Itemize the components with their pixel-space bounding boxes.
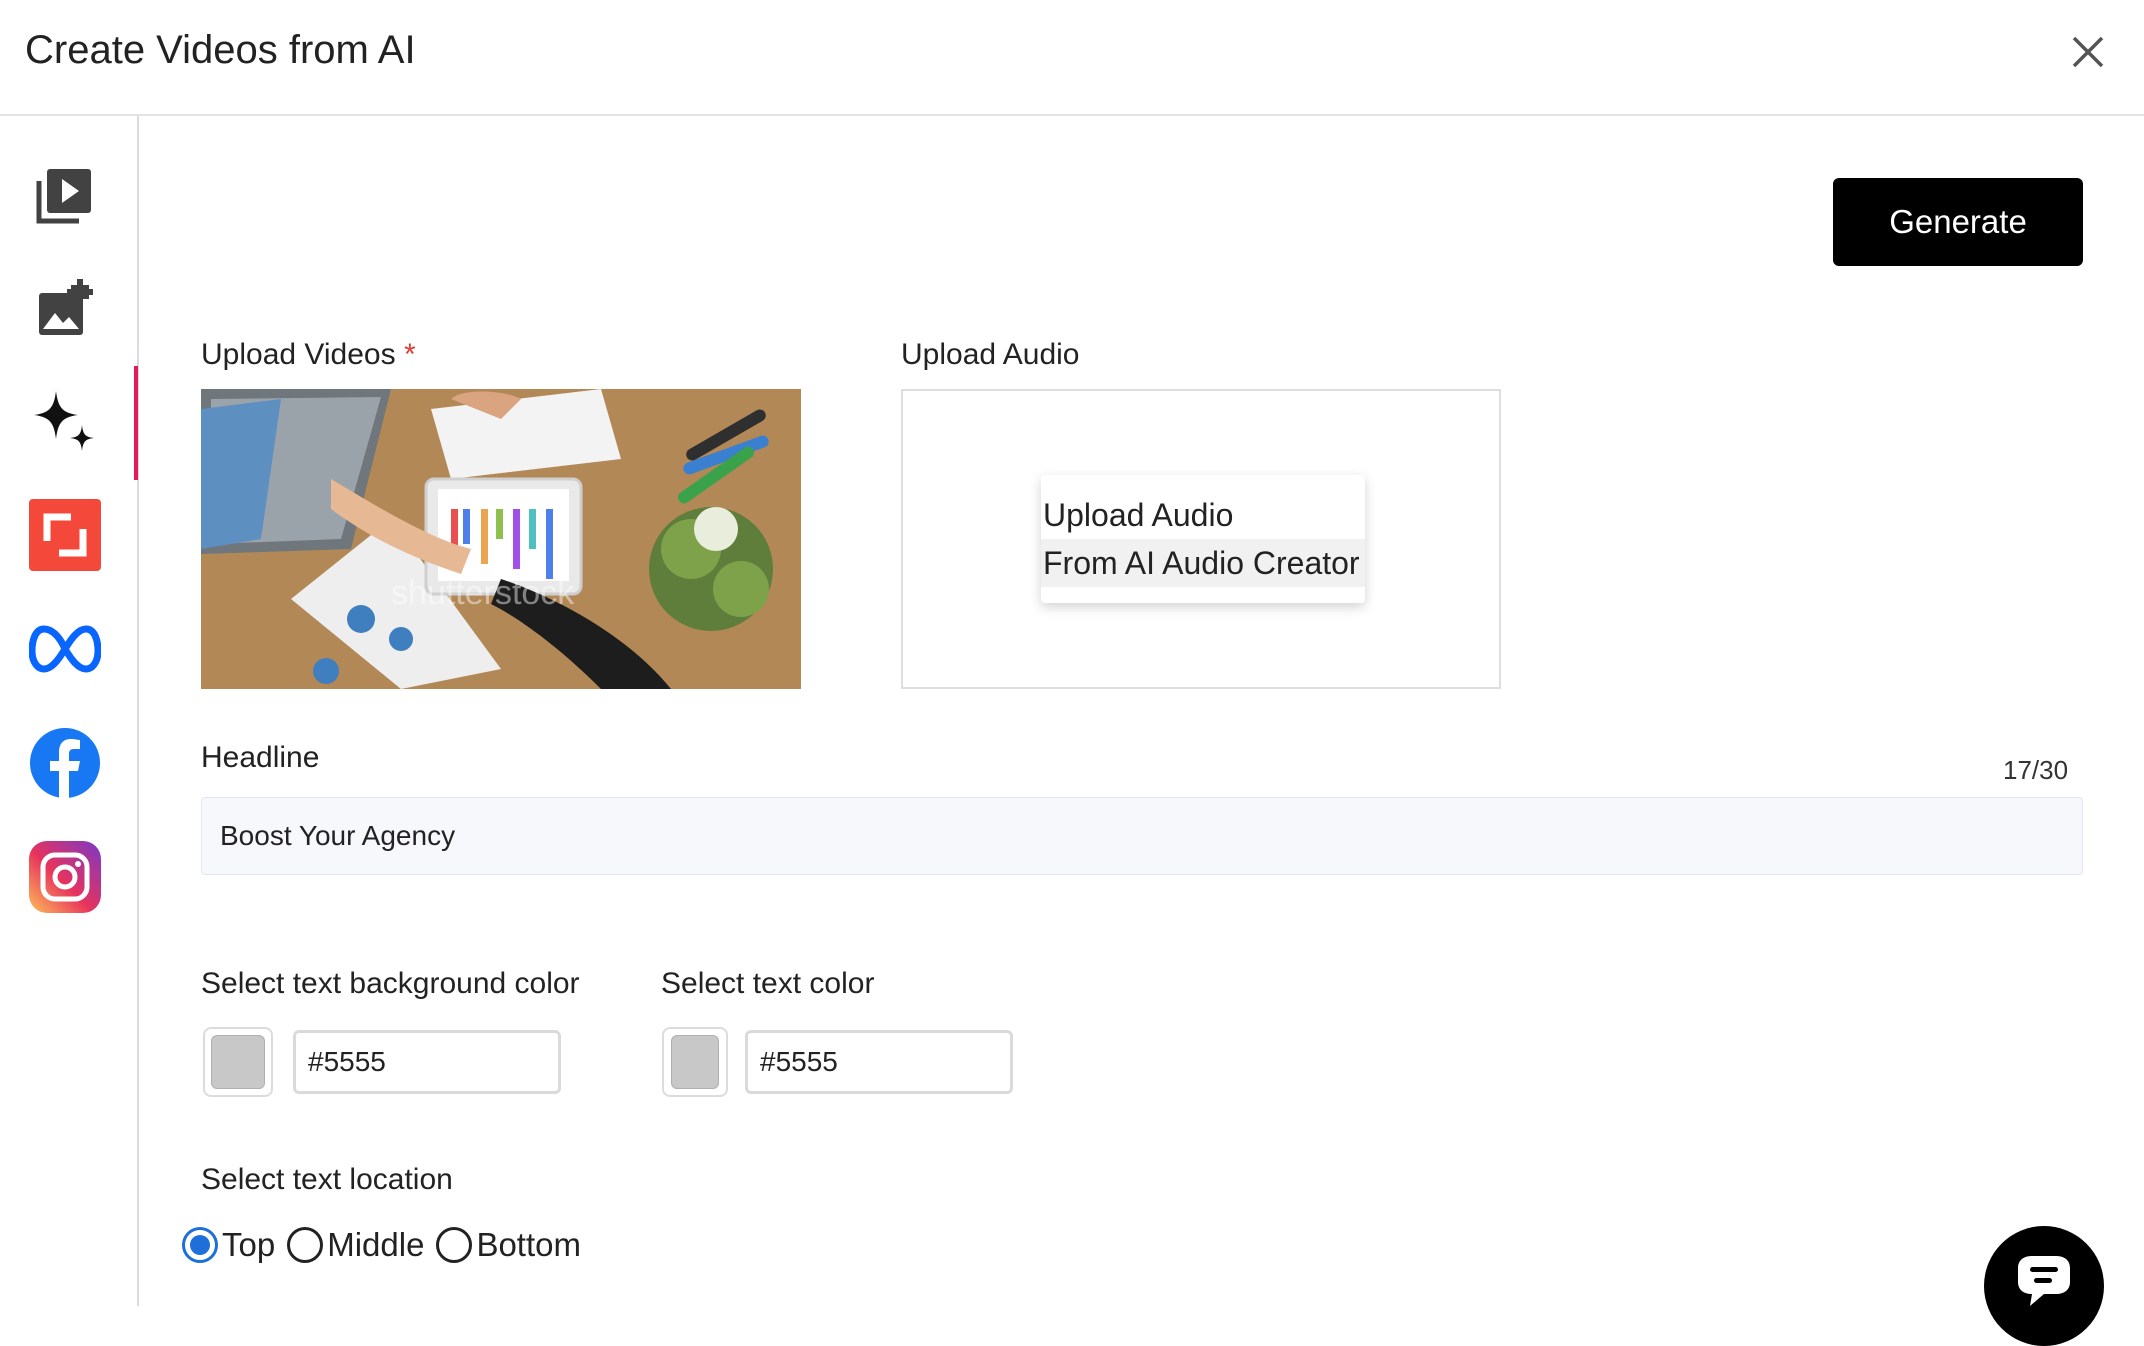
text-bg-color-label: Select text background color <box>201 967 580 1000</box>
resize-frame-icon <box>29 499 101 571</box>
thumbnail-watermark: shutterstock <box>391 574 575 612</box>
sidebar-item-add-image[interactable] <box>28 272 102 346</box>
sidebar-item-instagram[interactable] <box>28 840 102 914</box>
radio-top-circle <box>182 1227 218 1263</box>
text-color-input[interactable] <box>745 1030 1013 1094</box>
chat-button[interactable] <box>1984 1226 2104 1346</box>
text-color-label: Select text color <box>661 967 875 1000</box>
instagram-icon <box>29 841 101 913</box>
sidebar-active-indicator <box>134 366 138 480</box>
upload-videos-label-text: Upload Videos <box>201 338 396 371</box>
radio-bottom-label: Bottom <box>476 1226 581 1263</box>
headline-char-counter: 17/30 <box>2003 755 2069 785</box>
facebook-icon <box>30 728 100 799</box>
text-color-swatch-fill <box>671 1035 719 1089</box>
text-location-label: Select text location <box>201 1163 453 1196</box>
upload-audio-label: Upload Audio <box>901 338 1080 371</box>
add-image-icon <box>39 279 93 335</box>
ai-sparkle-icon <box>34 391 94 451</box>
sidebar-item-ai-create[interactable] <box>28 385 102 459</box>
radio-middle-circle <box>287 1227 324 1263</box>
radio-top-label: Top <box>222 1226 276 1263</box>
generate-button[interactable]: Generate <box>1833 178 2083 266</box>
dialog-header: Create Videos from AI <box>0 0 2144 116</box>
headline-input[interactable] <box>201 797 2083 875</box>
text-bg-color-swatch[interactable] <box>203 1027 273 1097</box>
required-mark: * <box>403 338 416 371</box>
radio-bottom[interactable]: Bottom <box>436 1226 581 1264</box>
sidebar-item-facebook[interactable] <box>28 726 102 800</box>
radio-middle[interactable]: Middle <box>287 1226 424 1264</box>
meta-icon <box>29 625 101 673</box>
audio-source-menu: Upload Audio From AI Audio Creator <box>1041 475 1365 603</box>
radio-middle-label: Middle <box>327 1226 425 1263</box>
upload-audio-dropzone[interactable]: Upload Audio From AI Audio Creator <box>901 389 1501 689</box>
radio-bottom-circle <box>436 1227 473 1263</box>
text-bg-color-input[interactable] <box>293 1030 561 1094</box>
text-bg-color-swatch-fill <box>211 1035 265 1089</box>
uploaded-video-thumbnail[interactable]: shutterstock <box>201 389 801 689</box>
sidebar-item-meta[interactable] <box>28 612 102 686</box>
radio-top[interactable]: Top <box>182 1226 275 1264</box>
chat-bubble-icon <box>2018 1256 2070 1306</box>
headline-label: Headline <box>201 741 320 774</box>
audio-option-upload[interactable]: Upload Audio <box>1041 491 1365 539</box>
upload-videos-label: Upload Videos * <box>201 338 416 372</box>
text-location-radio-group: Top Middle Bottom <box>182 1220 593 1270</box>
page-title: Create Videos from AI <box>25 28 416 72</box>
sidebar-item-resize[interactable] <box>28 498 102 572</box>
close-icon[interactable] <box>2064 28 2112 76</box>
text-color-swatch[interactable] <box>662 1027 728 1097</box>
audio-option-ai-creator[interactable]: From AI Audio Creator <box>1041 539 1365 587</box>
video-library-icon <box>36 169 91 224</box>
sidebar-item-video-library[interactable] <box>28 158 102 232</box>
